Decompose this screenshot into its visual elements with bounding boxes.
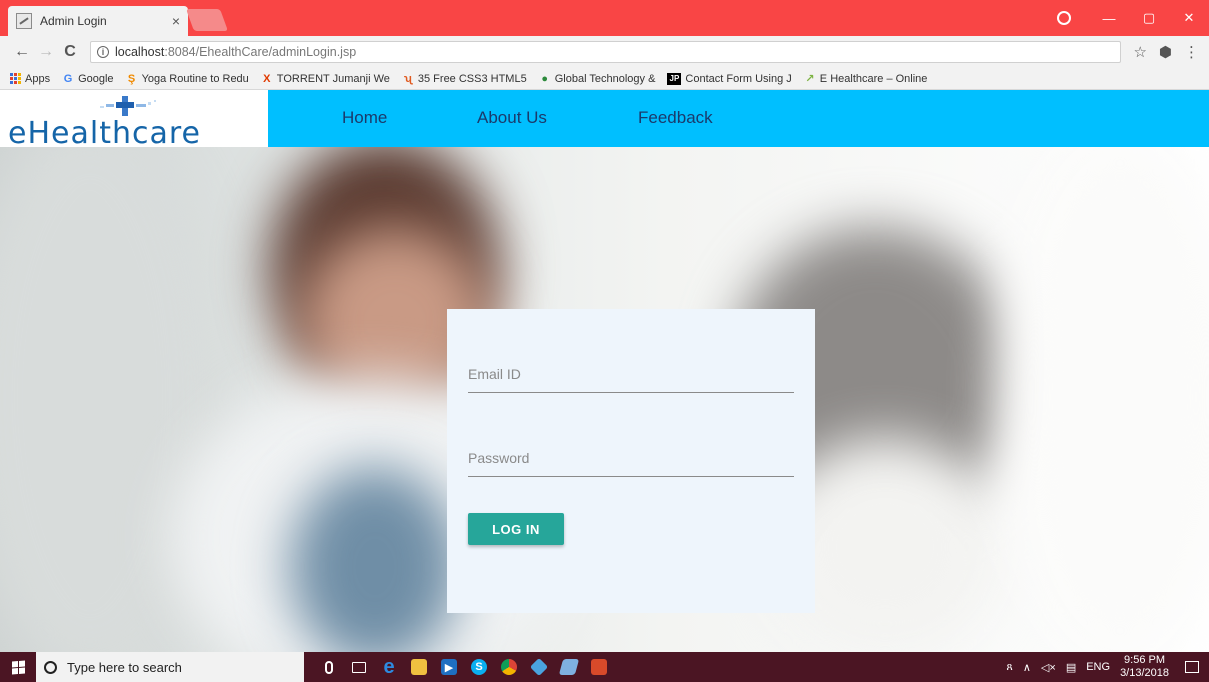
medical-cross-logo-icon (100, 96, 156, 116)
site-navbar: eHealthcare Home About Us Feedback (0, 90, 1209, 151)
forward-button[interactable]: → (34, 43, 58, 61)
login-form: LOG IN (447, 309, 815, 613)
nav-home-link[interactable]: Home (342, 108, 387, 128)
bookmark-label: Global Technology & (554, 72, 656, 85)
media-player-icon[interactable]: ▶ (434, 652, 464, 682)
system-tray: ጸ ∧ ◁× ▤ ENG 9:56 PM 3/13/2018 (1006, 654, 1209, 680)
bookmark-yoga[interactable]: Ş Yoga Routine to Redu (126, 73, 249, 85)
windows-taskbar: Type here to search e ▶ S ጸ ∧ ◁× ▤ ENG 9… (0, 652, 1209, 682)
yoga-icon: Ş (127, 72, 136, 85)
bookmarks-bar: Apps G Google Ş Yoga Routine to Redu X T… (0, 68, 1209, 90)
people-icon[interactable]: ጸ (1006, 661, 1012, 674)
bookmark-label: Google (78, 72, 114, 85)
taskbar-search-input[interactable]: Type here to search (36, 652, 304, 682)
clock-time: 9:56 PM (1124, 654, 1166, 666)
bookmark-star-icon[interactable]: ☆ (1133, 43, 1146, 61)
start-button[interactable] (0, 652, 36, 682)
info-icon[interactable]: i (97, 46, 109, 58)
task-view-icon[interactable] (344, 652, 374, 682)
taskbar-clock[interactable]: 9:56 PM 3/13/2018 (1120, 654, 1169, 680)
logo-text: eHealthcare (8, 116, 201, 151)
action-center-icon[interactable] (1185, 661, 1199, 673)
browser-tab-active[interactable]: Admin Login × (8, 6, 188, 36)
bookmark-global-tech[interactable]: ● Global Technology & (539, 72, 656, 85)
address-toolbar: ← → C i localhost:8084/EhealthCare/admin… (0, 36, 1209, 68)
url-input[interactable]: i localhost:8084/EhealthCare/adminLogin.… (90, 41, 1122, 63)
page-viewport: eHealthcare Home About Us Feedback LOG I… (0, 90, 1209, 652)
notepad-icon[interactable] (554, 652, 584, 682)
bookmark-google[interactable]: G Google (62, 72, 114, 85)
cortana-icon (44, 660, 57, 674)
profile-icon[interactable] (1057, 11, 1071, 25)
css3-icon: ʯ (403, 72, 412, 85)
tab-close-icon[interactable]: × (172, 13, 180, 29)
bookmark-label: 35 Free CSS3 HTML5 (417, 72, 527, 85)
browser-menu-icon[interactable]: ⋮ (1184, 43, 1199, 61)
edge-icon[interactable]: e (374, 652, 404, 682)
bookmark-apps[interactable]: Apps (10, 73, 50, 85)
nav-about-link[interactable]: About Us (477, 108, 547, 128)
extension-icon[interactable]: ⬢ (1159, 43, 1172, 61)
window-controls: — ▢ ✕ (1057, 0, 1209, 36)
language-indicator[interactable]: ENG (1086, 661, 1110, 673)
minimize-button[interactable]: — (1089, 11, 1129, 26)
windows-logo-icon (11, 660, 25, 674)
bookmark-ehealthcare[interactable]: ↗ E Healthcare – Online (804, 72, 928, 85)
nav-feedback-link[interactable]: Feedback (638, 108, 713, 128)
skype-icon[interactable]: S (464, 652, 494, 682)
taskbar-pinned-apps: e ▶ S (314, 652, 614, 682)
photo-blur-shape (1000, 147, 1209, 652)
new-tab-button[interactable] (185, 9, 229, 31)
volume-icon[interactable]: ◁× (1041, 661, 1056, 674)
close-window-button[interactable]: ✕ (1169, 10, 1209, 26)
bookmark-contact-form[interactable]: JP Contact Form Using J (667, 72, 792, 85)
bookmark-css3[interactable]: ʯ 35 Free CSS3 HTML5 (402, 73, 527, 85)
chrome-icon[interactable] (494, 652, 524, 682)
bookmark-label: TORRENT Jumanji We (276, 72, 390, 85)
email-input[interactable] (468, 349, 794, 392)
torrent-icon: X (263, 72, 271, 85)
bookmark-label: Yoga Routine to Redu (141, 72, 249, 85)
url-host: localhost (115, 45, 165, 59)
file-explorer-icon[interactable] (404, 652, 434, 682)
site-logo[interactable]: eHealthcare (0, 90, 268, 151)
maximize-button[interactable]: ▢ (1129, 10, 1169, 26)
clock-date: 3/13/2018 (1120, 667, 1169, 679)
office-app-icon[interactable] (584, 652, 614, 682)
microphone-icon[interactable] (314, 652, 344, 682)
google-icon: G (63, 72, 73, 85)
search-placeholder: Type here to search (67, 659, 182, 675)
ehealth-icon: ↗ (805, 72, 815, 85)
back-button[interactable]: ← (10, 43, 34, 61)
password-field-wrapper (468, 433, 794, 477)
network-icon[interactable]: ▤ (1066, 661, 1076, 674)
password-input[interactable] (468, 433, 794, 476)
bookmark-label: Apps (25, 72, 51, 85)
email-field-wrapper (468, 349, 794, 393)
3d-box-icon[interactable] (524, 652, 554, 682)
tray-chevron-up-icon[interactable]: ∧ (1023, 661, 1031, 674)
jp-icon: JP (667, 72, 682, 85)
tab-title: Admin Login (40, 14, 107, 28)
bookmark-label: E Healthcare – Online (819, 72, 928, 85)
browser-titlebar: Admin Login × — ▢ ✕ (0, 0, 1209, 36)
bookmark-label: Contact Form Using J (685, 72, 792, 85)
login-button[interactable]: LOG IN (468, 513, 564, 545)
globe-icon: ● (541, 72, 549, 85)
url-path: :8084/EhealthCare/adminLogin.jsp (164, 45, 357, 59)
image-favicon-icon (16, 13, 32, 29)
apps-grid-icon (10, 73, 21, 84)
reload-button[interactable]: C (58, 43, 82, 61)
photo-blur-shape (290, 467, 460, 652)
bookmark-torrent[interactable]: X TORRENT Jumanji We (261, 73, 390, 85)
